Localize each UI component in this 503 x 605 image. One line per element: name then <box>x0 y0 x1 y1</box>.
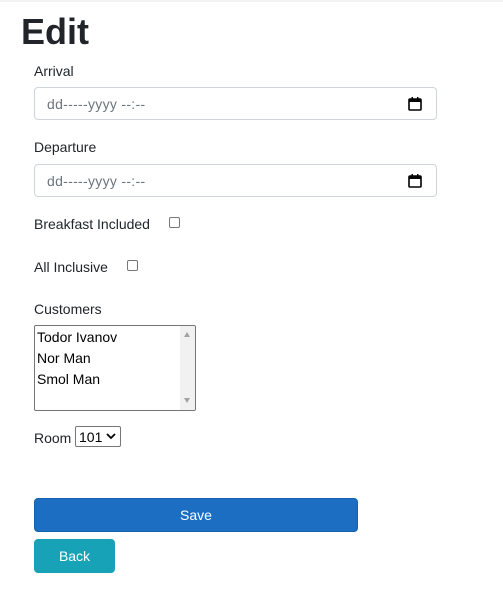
customer-option[interactable]: Nor Man <box>37 349 91 367</box>
departure-input[interactable]: dd-----yyyy --:-- <box>34 164 437 197</box>
room-select[interactable]: 101 <box>75 426 121 447</box>
customer-option[interactable]: Smol Man <box>37 370 100 388</box>
scroll-down-icon[interactable] <box>184 398 190 403</box>
breakfast-included-checkbox[interactable] <box>169 217 180 228</box>
room-select-value: 101 <box>79 429 103 445</box>
arrival-label: Arrival <box>34 63 74 79</box>
breakfast-included-label: Breakfast Included <box>34 216 150 232</box>
room-label: Room <box>34 430 72 446</box>
back-button[interactable]: Back <box>34 539 115 573</box>
scroll-up-icon[interactable] <box>184 332 190 337</box>
page-title: Edit <box>21 11 89 52</box>
calendar-icon[interactable] <box>407 173 423 189</box>
arrival-placeholder: dd-----yyyy --:-- <box>47 96 146 112</box>
top-border <box>0 0 503 2</box>
customers-label: Customers <box>34 301 102 317</box>
customers-listbox[interactable]: Todor Ivanov Nor Man Smol Man <box>34 325 196 411</box>
arrival-input[interactable]: dd-----yyyy --:-- <box>34 87 437 120</box>
all-inclusive-label: All Inclusive <box>34 259 108 275</box>
customer-option[interactable]: Todor Ivanov <box>37 328 117 346</box>
save-button[interactable]: Save <box>34 498 358 532</box>
calendar-icon[interactable] <box>407 96 423 112</box>
departure-placeholder: dd-----yyyy --:-- <box>47 173 146 189</box>
chevron-down-icon <box>106 433 116 440</box>
departure-label: Departure <box>34 139 97 155</box>
listbox-scrollbar[interactable] <box>180 326 195 410</box>
all-inclusive-checkbox[interactable] <box>127 260 138 271</box>
